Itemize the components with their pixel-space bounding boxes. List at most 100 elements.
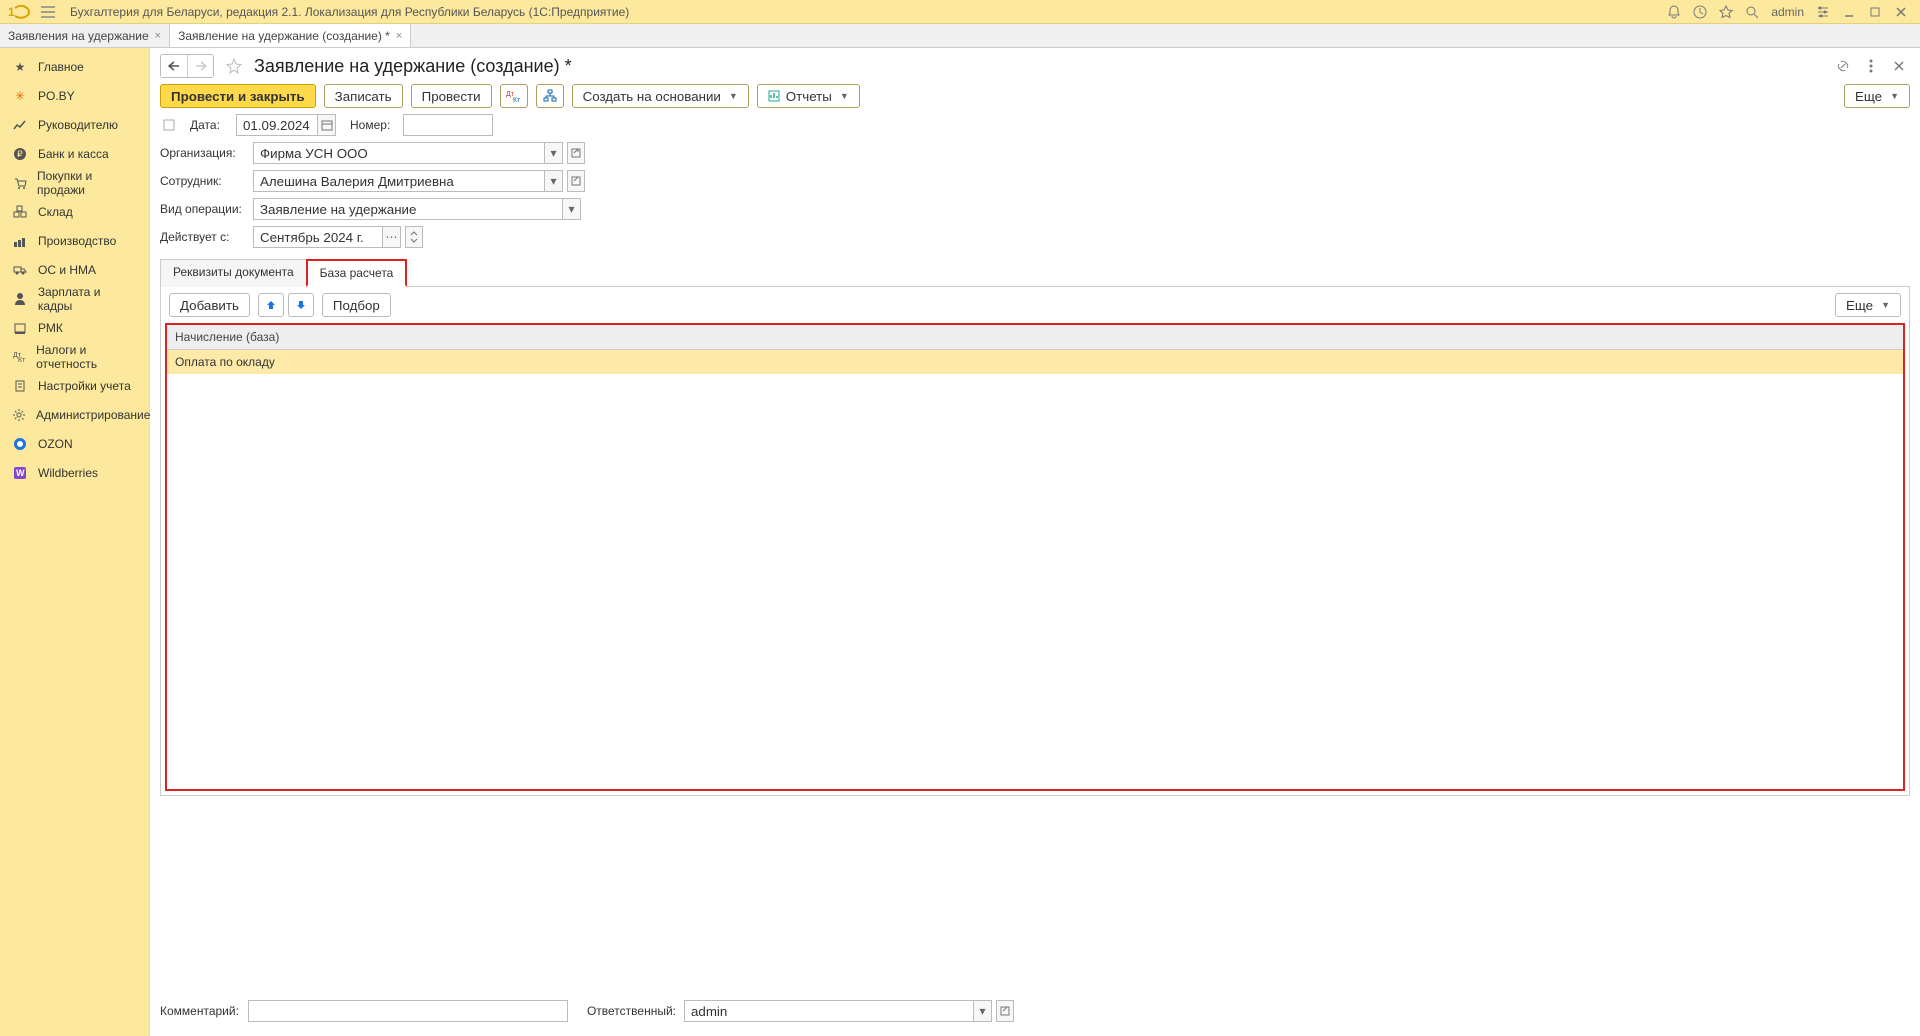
sidebar-item-ozon[interactable]: OZON — [0, 429, 149, 458]
link-icon[interactable] — [1832, 55, 1854, 77]
svg-text:Кт: Кт — [18, 357, 26, 364]
settings-icon[interactable] — [1812, 1, 1834, 23]
post-and-close-button[interactable]: Провести и закрыть — [160, 84, 316, 108]
move-up-button[interactable] — [258, 293, 284, 317]
add-button[interactable]: Добавить — [169, 293, 250, 317]
user-label[interactable]: admin — [1771, 5, 1804, 19]
sidebar-item-warehouse[interactable]: Склад — [0, 197, 149, 226]
table-panel: Добавить Подбор Еще▼ Начисление (база) О… — [160, 286, 1910, 796]
maximize-icon[interactable] — [1864, 1, 1886, 23]
table-more-button[interactable]: Еще▼ — [1835, 293, 1901, 317]
svg-text:W: W — [16, 468, 25, 478]
tax-icon: ДтКт — [12, 349, 26, 365]
operation-field[interactable] — [253, 198, 563, 220]
document-toolbar: Провести и закрыть Записать Провести ДтК… — [150, 84, 1920, 114]
dropdown-icon[interactable]: ▾ — [545, 170, 563, 192]
posted-status-icon — [160, 116, 178, 134]
cart-icon — [12, 175, 27, 191]
sidebar-item-wb[interactable]: WWildberries — [0, 458, 149, 487]
pick-button[interactable]: Подбор — [322, 293, 391, 317]
period-field[interactable] — [253, 226, 383, 248]
dropdown-icon[interactable]: ▾ — [974, 1000, 992, 1022]
sidebar-item-production[interactable]: Производство — [0, 226, 149, 255]
chevron-down-icon: ▼ — [1881, 300, 1890, 310]
tab-base[interactable]: База расчета — [306, 259, 408, 287]
dropdown-icon[interactable]: ▾ — [545, 142, 563, 164]
person-icon — [12, 291, 28, 307]
org-field[interactable] — [253, 142, 545, 164]
minimize-icon[interactable] — [1838, 1, 1860, 23]
tab-document[interactable]: Заявление на удержание (создание) * × — [170, 24, 411, 47]
chevron-down-icon: ▼ — [729, 91, 738, 101]
move-down-button[interactable] — [288, 293, 314, 317]
open-icon[interactable] — [567, 142, 585, 164]
date-field[interactable] — [236, 114, 318, 136]
chevron-down-icon: ▼ — [840, 91, 849, 101]
employee-field[interactable] — [253, 170, 545, 192]
sidebar-item-tax[interactable]: ДтКтНалоги и отчетность — [0, 342, 149, 371]
sidebar-item-manager[interactable]: Руководителю — [0, 110, 149, 139]
date-label: Дата: — [190, 118, 228, 132]
dt-kt-button[interactable]: ДтКт — [500, 84, 528, 108]
reports-button[interactable]: Отчеты▼ — [757, 84, 860, 108]
favorite-icon[interactable] — [224, 56, 244, 76]
sidebar-item-assets[interactable]: ОС и НМА — [0, 255, 149, 284]
responsible-field[interactable] — [684, 1000, 974, 1022]
sidebar-item-admin[interactable]: Администрирование — [0, 400, 149, 429]
forward-button[interactable] — [187, 55, 213, 77]
gear-icon — [12, 407, 26, 423]
bell-icon[interactable] — [1663, 1, 1685, 23]
spinner-icon[interactable] — [405, 226, 423, 248]
sidebar-item-hr[interactable]: Зарплата и кадры — [0, 284, 149, 313]
employee-label: Сотрудник: — [160, 174, 245, 188]
sidebar-item-poby[interactable]: ✳PO.BY — [0, 81, 149, 110]
ellipsis-icon[interactable]: ⋯ — [383, 226, 401, 248]
tab-requisites[interactable]: Реквизиты документа — [160, 259, 306, 287]
sidebar-item-settings[interactable]: Настройки учета — [0, 371, 149, 400]
sidebar-item-bank[interactable]: ₽Банк и касса — [0, 139, 149, 168]
calendar-icon[interactable] — [318, 114, 336, 136]
register-icon — [12, 320, 28, 336]
data-grid[interactable]: Начисление (база) Оплата по окладу — [165, 323, 1905, 791]
menu-icon[interactable] — [38, 6, 58, 18]
open-icon[interactable] — [996, 1000, 1014, 1022]
tab-label: Заявление на удержание (создание) * — [178, 29, 390, 43]
save-button[interactable]: Записать — [324, 84, 403, 108]
tab-close-icon[interactable]: × — [396, 30, 402, 42]
sidebar-item-rmk[interactable]: РМК — [0, 313, 149, 342]
table-row[interactable]: Оплата по окладу — [167, 350, 1903, 374]
period-label: Действует с: — [160, 230, 245, 244]
star-icon[interactable] — [1715, 1, 1737, 23]
svg-text:Кт: Кт — [513, 97, 521, 103]
sparkle-icon: ✳ — [12, 88, 28, 104]
truck-icon — [12, 262, 28, 278]
close-button[interactable] — [1888, 55, 1910, 77]
table-toolbar: Добавить Подбор Еще▼ — [161, 287, 1909, 323]
column-header[interactable]: Начисление (база) — [167, 325, 1903, 350]
tab-close-icon[interactable]: × — [155, 30, 161, 42]
sidebar-item-trade[interactable]: Покупки и продажи — [0, 168, 149, 197]
number-field[interactable] — [403, 114, 493, 136]
more-icon[interactable] — [1860, 55, 1882, 77]
back-button[interactable] — [161, 55, 187, 77]
content-area: Заявление на удержание (создание) * Пров… — [150, 48, 1920, 1036]
close-icon[interactable] — [1890, 1, 1912, 23]
book-icon — [12, 378, 28, 394]
responsible-label: Ответственный: — [576, 1004, 676, 1018]
comment-field[interactable] — [248, 1000, 568, 1022]
tab-list[interactable]: Заявления на удержание × — [0, 24, 170, 47]
history-icon[interactable] — [1689, 1, 1711, 23]
open-icon[interactable] — [567, 170, 585, 192]
post-button[interactable]: Провести — [411, 84, 492, 108]
sidebar-item-main[interactable]: ★Главное — [0, 52, 149, 81]
titlebar: 1 Бухгалтерия для Беларуси, редакция 2.1… — [0, 0, 1920, 24]
org-label: Организация: — [160, 146, 245, 160]
create-based-button[interactable]: Создать на основании▼ — [572, 84, 749, 108]
ruble-icon: ₽ — [12, 146, 28, 162]
dropdown-icon[interactable]: ▾ — [563, 198, 581, 220]
more-button[interactable]: Еще▼ — [1844, 84, 1910, 108]
structure-button[interactable] — [536, 84, 564, 108]
document-footer: Комментарий: Ответственный: ▾ — [150, 992, 1920, 1030]
ozon-icon — [12, 436, 28, 452]
search-icon[interactable] — [1741, 1, 1763, 23]
